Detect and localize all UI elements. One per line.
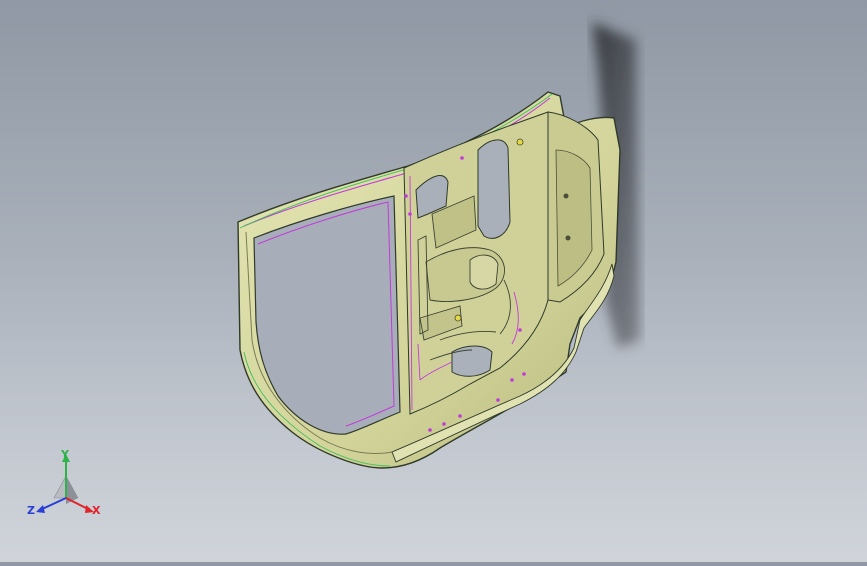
model-canvas[interactable]: [0, 0, 867, 562]
axis-x-label: X: [92, 504, 101, 517]
coordinate-triad: Y X Z: [26, 448, 106, 528]
lower-cutout: [451, 345, 493, 377]
upper-cutout: [477, 139, 511, 239]
axis-y-label: Y: [61, 448, 69, 461]
locator-pin: [454, 314, 462, 322]
axis-z-label: Z: [27, 504, 35, 517]
graphics-viewport[interactable]: Y X Z: [0, 0, 867, 562]
door-panel-model[interactable]: [237, 91, 621, 469]
locator-pin: [516, 138, 524, 146]
